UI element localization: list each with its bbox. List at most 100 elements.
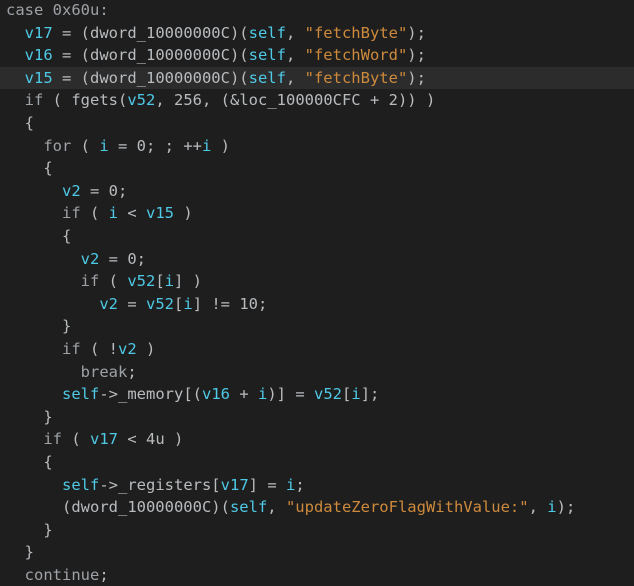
code-token: , 256, (&loc_100000CFC + 2)) ) [155,91,436,110]
code-token: v16 [24,46,53,65]
code-token: self [248,68,286,87]
code-line[interactable]: v2 = v52[i] != 10; [0,293,634,315]
code-token: v17 [220,475,249,494]
code-line[interactable]: } [0,541,634,563]
code-token: , [285,23,305,42]
code-token: for [43,136,72,155]
code-token: ]; [360,385,380,404]
code-token: i [547,498,557,517]
code-token: } [6,317,72,336]
code-token: self [248,46,286,65]
code-token: } [6,520,53,539]
code-line[interactable]: { [0,451,634,473]
code-token: ( [62,430,90,449]
code-token: ) [174,204,193,223]
code-token: v17 [24,23,53,42]
code-line[interactable]: { [0,112,634,134]
code-line[interactable]: } [0,315,634,337]
code-line[interactable]: if ( i < v15 ) [0,202,634,224]
code-token: ); [407,23,426,42]
code-line[interactable]: v16 = (dword_10000000C)(self, "fetchWord… [0,44,634,66]
code-editor[interactable]: case 0x60u: v17 = (dword_10000000C)(self… [0,0,634,584]
code-token: v16 [201,385,230,404]
code-token: , [285,46,305,65]
code-token: ( [80,204,109,223]
code-token: = [118,294,146,313]
code-token: break [80,362,128,381]
code-line[interactable]: if ( v52[i] ) [0,270,634,292]
code-line[interactable]: } [0,406,634,428]
code-line[interactable]: continue; [0,564,634,586]
code-token: , [285,68,305,87]
code-token: self [248,23,286,42]
code-token: < 4u ) [118,430,184,449]
code-line[interactable]: case 0x60u: [0,0,634,21]
code-line[interactable]: { [0,157,634,179]
code-token: ] != 10; [192,294,268,313]
code-token: ( ! [80,340,118,358]
code-line[interactable]: (dword_10000000C)(self, "updateZeroFlagW… [0,496,634,518]
code-token: "fetchByte" [304,68,408,87]
code-line[interactable]: if ( v17 < 4u ) [0,428,634,450]
code-token: i [257,385,268,404]
code-token: { [6,114,34,132]
code-line[interactable]: { [0,225,634,247]
code-token: v52 [314,385,342,404]
code-token: [ [342,385,352,404]
code-token: i [351,385,361,404]
code-token: , [267,498,286,517]
code-token: ); [407,68,426,87]
code-token: v52 [146,294,174,313]
code-token: "updateZeroFlagWithValue:" [285,498,529,517]
code-token: v52 [127,272,156,291]
code-token: i [108,204,119,223]
code-token: = (dword_10000000C)( [52,68,249,87]
code-line[interactable]: if ( fgets(v52, 256, (&loc_100000CFC + 2… [0,89,634,111]
code-token: } [6,407,53,426]
code-token: if [24,91,44,110]
code-token: ); [407,46,426,65]
code-token: case 0x60u: [6,1,109,19]
code-line[interactable]: } [0,519,634,541]
code-token: "fetchByte" [304,23,408,42]
code-token: v15 [146,204,175,223]
code-token: = (dword_10000000C)( [52,23,249,42]
code-token: v17 [90,430,118,449]
code-token: if [80,272,100,291]
code-token: = 0; [99,249,146,268]
code-token: ->_registers[ [99,475,221,494]
code-token: [ [155,272,165,291]
code-line[interactable]: v2 = 0; [0,180,634,202]
code-token: if [62,204,81,223]
code-token: ( fgets( [43,91,128,110]
code-token: [ [174,294,184,313]
code-token: { [6,453,53,471]
code-token: + [229,385,258,404]
code-line[interactable]: for ( i = 0; ; ++i ) [0,135,634,157]
code-token: i [202,136,212,155]
code-line[interactable]: if ( !v2 ) [0,338,634,360]
code-token: ) [211,136,231,155]
code-line[interactable]: v15 = (dword_10000000C)(self, "fetchByte… [0,66,634,89]
code-token: if [43,430,62,449]
code-line[interactable]: self->_registers[v17] = i; [0,474,634,496]
code-line[interactable]: break; [0,361,634,383]
code-line[interactable]: v2 = 0; [0,248,634,270]
code-line[interactable]: self->_memory[(v16 + i)] = v52[i]; [0,383,634,405]
code-line[interactable]: v17 = (dword_10000000C)(self, "fetchByte… [0,22,634,44]
code-token: < [118,204,147,223]
code-token: v2 [62,181,81,200]
code-token: v15 [24,68,53,87]
code-token: self [62,475,100,494]
